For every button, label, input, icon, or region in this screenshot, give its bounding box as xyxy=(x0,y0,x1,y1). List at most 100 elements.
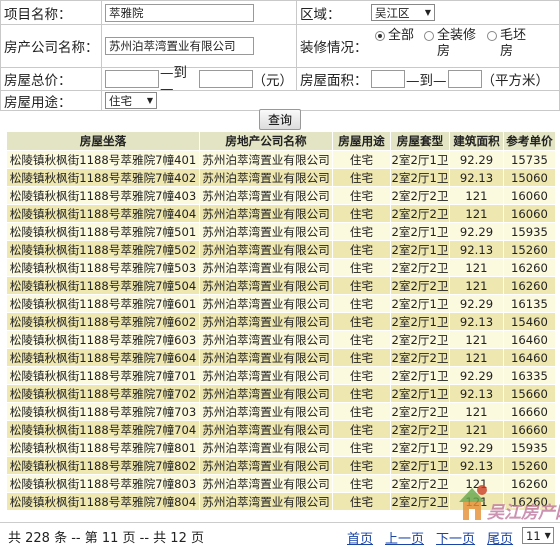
cell-company: 苏州泊萃湾置业有限公司 xyxy=(199,420,333,439)
chevron-down-icon: ▼ xyxy=(146,96,153,105)
price-min-input[interactable] xyxy=(105,70,159,88)
price-label: 房屋总价： xyxy=(4,73,72,89)
cell-company: 苏州泊萃湾置业有限公司 xyxy=(199,276,333,295)
pagination-info: 共 228 条 -- 第 11 页 -- 共 12 页 xyxy=(8,530,204,546)
cell-use: 住宅 xyxy=(332,258,391,277)
decoration-radio-bare[interactable]: 毛坯房 xyxy=(487,28,530,60)
cell-use: 住宅 xyxy=(332,204,391,223)
cell-price: 16460 xyxy=(503,330,556,349)
cell-area: 92.13 xyxy=(449,168,504,187)
cell-area: 92.13 xyxy=(449,240,504,259)
cell-area: 92.13 xyxy=(449,312,504,331)
decoration-radio-all[interactable]: 全部 xyxy=(375,28,418,44)
last-page-link[interactable]: 尾页 xyxy=(487,528,513,547)
cell-area: 92.29 xyxy=(449,222,504,241)
area-unit: （平方米） xyxy=(481,73,550,89)
cell-price: 16060 xyxy=(503,186,556,205)
cell-price: 15060 xyxy=(503,168,556,187)
cell-use: 住宅 xyxy=(332,474,391,493)
cell-location: 松陵镇秋枫街1188号萃雅院7幢602 xyxy=(6,312,200,331)
cell-price: 16060 xyxy=(503,204,556,223)
cell-location: 松陵镇秋枫街1188号萃雅院7幢703 xyxy=(6,402,200,421)
table-row: 松陵镇秋枫街1188号萃雅院7幢404 苏州泊萃湾置业有限公司 住宅 2室2厅2卫 12… xyxy=(6,204,556,223)
cell-location: 松陵镇秋枫街1188号萃雅院7幢504 xyxy=(6,276,200,295)
form-row-company: 房产公司名称： 装修情况： 全部 全装修房 毛坯房 xyxy=(1,25,559,68)
area-min-input[interactable] xyxy=(371,70,405,88)
table-row: 松陵镇秋枫街1188号萃雅院7幢801 苏州泊萃湾置业有限公司 住宅 2室2厅1卫 92… xyxy=(6,438,556,457)
cell-use: 住宅 xyxy=(332,294,391,313)
pagination-links: 首页 上一页 下一页 尾页 xyxy=(347,528,525,547)
cell-use: 住宅 xyxy=(332,222,391,241)
cell-area: 92.13 xyxy=(449,384,504,403)
cell-location: 松陵镇秋枫街1188号萃雅院7幢403 xyxy=(6,186,200,205)
cell-company: 苏州泊萃湾置业有限公司 xyxy=(199,168,333,187)
cell-price: 16260 xyxy=(503,492,556,511)
cell-area: 121 xyxy=(449,258,504,277)
table-row: 松陵镇秋枫街1188号萃雅院7幢802 苏州泊萃湾置业有限公司 住宅 2室2厅1卫 92… xyxy=(6,456,556,475)
chevron-down-icon: ▼ xyxy=(424,8,431,17)
company-cell xyxy=(101,25,296,67)
cell-layout: 2室2厅2卫 xyxy=(390,348,450,367)
cell-company: 苏州泊萃湾置业有限公司 xyxy=(199,240,333,259)
table-row: 松陵镇秋枫街1188号萃雅院7幢403 苏州泊萃湾置业有限公司 住宅 2室2厅2卫 12… xyxy=(6,186,556,205)
cell-area: 92.29 xyxy=(449,438,504,457)
area-label: 房屋面积： xyxy=(296,68,368,90)
cell-layout: 2室2厅2卫 xyxy=(390,420,450,439)
cell-layout: 2室2厅2卫 xyxy=(390,186,450,205)
page-select-value: 11 xyxy=(526,528,541,543)
table-row: 松陵镇秋枫街1188号萃雅院7幢704 苏州泊萃湾置业有限公司 住宅 2室2厅2卫 12… xyxy=(6,420,556,439)
cell-layout: 2室2厅2卫 xyxy=(390,492,450,511)
cell-layout: 2室2厅1卫 xyxy=(390,168,450,187)
cell-price: 15460 xyxy=(503,312,556,331)
column-header-location: 房屋坐落 xyxy=(6,131,200,151)
cell-layout: 2室2厅2卫 xyxy=(390,204,450,223)
page-select[interactable]: 11 ▼ xyxy=(522,527,554,544)
pagination-bar: 共 228 条 -- 第 11 页 -- 共 12 页 首页 上一页 下一页 尾… xyxy=(0,522,560,549)
district-select[interactable]: 吴江区 ▼ xyxy=(371,4,435,21)
cell-layout: 2室2厅1卫 xyxy=(390,312,450,331)
cell-area: 92.29 xyxy=(449,150,504,169)
next-page-link[interactable]: 下一页 xyxy=(436,528,475,547)
cell-price: 15260 xyxy=(503,456,556,475)
search-button[interactable]: 查询 xyxy=(258,108,301,130)
prev-page-link[interactable]: 上一页 xyxy=(385,528,424,547)
column-header-area: 建筑面积 xyxy=(449,131,504,151)
cell-use: 住宅 xyxy=(332,276,391,295)
decoration-radio-furnished[interactable]: 全装修房 xyxy=(424,28,481,60)
cell-layout: 2室2厅1卫 xyxy=(390,366,450,385)
cell-company: 苏州泊萃湾置业有限公司 xyxy=(199,366,333,385)
use-selected-value: 住宅 xyxy=(109,93,132,108)
chevron-down-icon: ▼ xyxy=(544,531,551,540)
cell-company: 苏州泊萃湾置业有限公司 xyxy=(199,222,333,241)
cell-location: 松陵镇秋枫街1188号萃雅院7幢404 xyxy=(6,204,200,223)
cell-price: 16135 xyxy=(503,294,556,313)
decoration-option-all: 全部 xyxy=(388,28,415,43)
cell-company: 苏州泊萃湾置业有限公司 xyxy=(199,438,333,457)
project-name-input[interactable] xyxy=(105,3,254,22)
cell-company: 苏州泊萃湾置业有限公司 xyxy=(199,312,333,331)
cell-area: 92.13 xyxy=(449,456,504,475)
cell-layout: 2室2厅2卫 xyxy=(390,258,450,277)
cell-use: 住宅 xyxy=(332,384,391,403)
column-header-company: 房地产公司名称 xyxy=(199,131,333,151)
cell-layout: 2室2厅1卫 xyxy=(390,150,450,169)
price-max-input[interactable] xyxy=(198,70,253,88)
use-select[interactable]: 住宅 ▼ xyxy=(105,92,157,109)
table-header-row: 房屋坐落 房地产公司名称 房屋用途 房屋套型 建筑面积 参考单价 xyxy=(6,131,556,151)
cell-location: 松陵镇秋枫街1188号萃雅院7幢802 xyxy=(6,456,200,475)
cell-use: 住宅 xyxy=(332,366,391,385)
cell-price: 15935 xyxy=(503,438,556,457)
project-name-cell xyxy=(101,1,296,24)
decoration-option-bare: 毛坯房 xyxy=(500,28,527,59)
cell-area: 121 xyxy=(449,204,504,223)
first-page-link[interactable]: 首页 xyxy=(347,528,373,547)
area-max-input[interactable] xyxy=(447,70,482,88)
company-name-input[interactable] xyxy=(105,37,254,55)
search-button-row: 查询 xyxy=(0,108,560,130)
cell-area: 121 xyxy=(449,492,504,511)
cell-location: 松陵镇秋枫街1188号萃雅院7幢603 xyxy=(6,330,200,349)
cell-price: 16660 xyxy=(503,420,556,439)
table-row: 松陵镇秋枫街1188号萃雅院7幢401 苏州泊萃湾置业有限公司 住宅 2室2厅1卫 92… xyxy=(6,150,556,169)
cell-use: 住宅 xyxy=(332,312,391,331)
form-row-price-area: 房屋总价： —到— （元） 房屋面积： —到— （平方米） xyxy=(1,65,559,97)
